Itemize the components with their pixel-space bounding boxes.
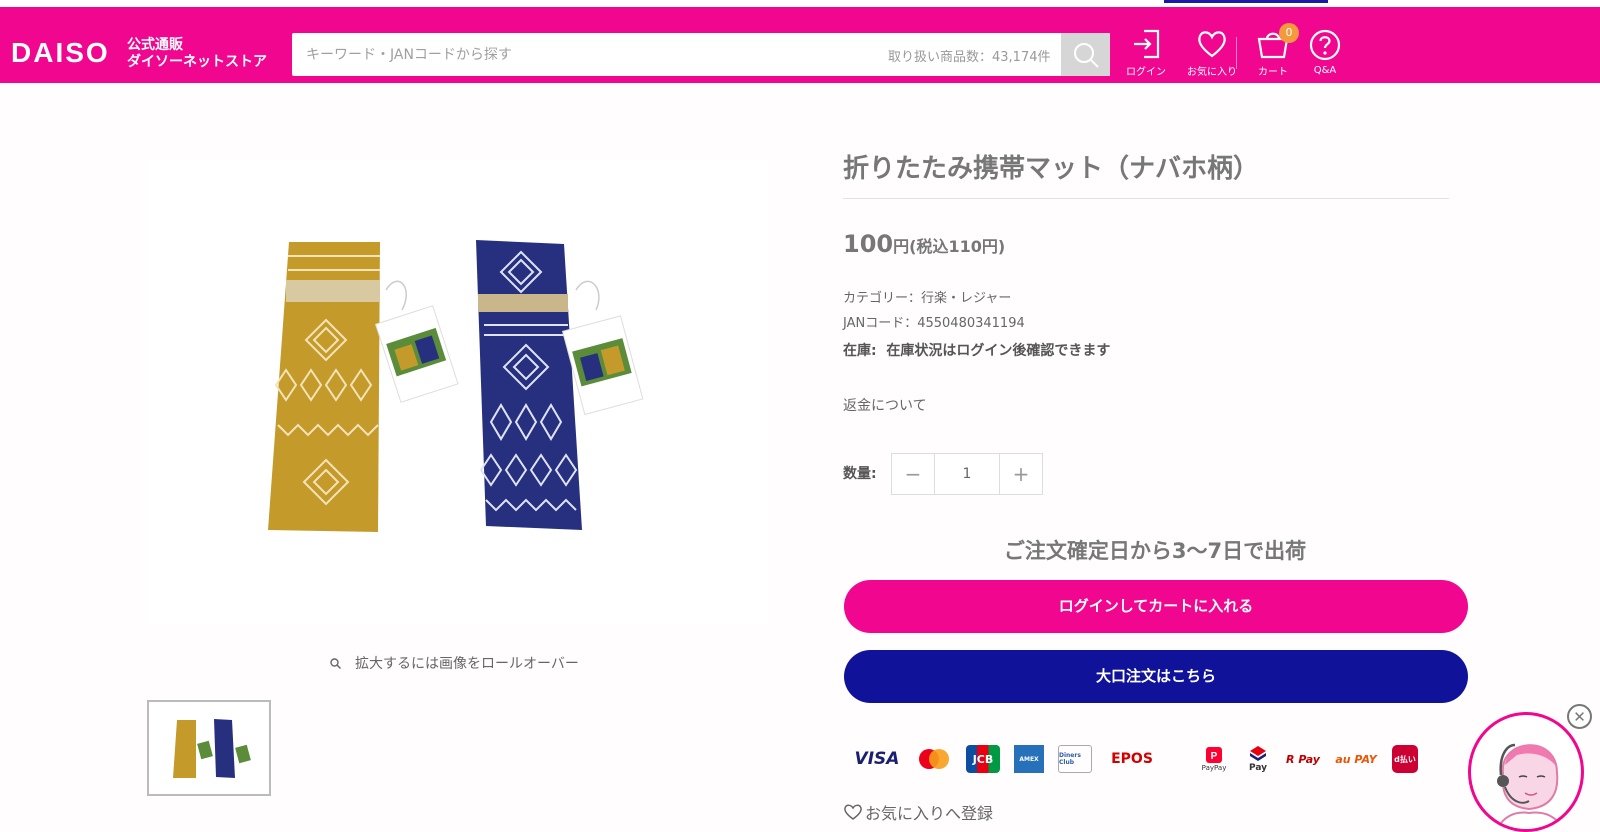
refund-link[interactable]: 返金について	[843, 395, 927, 415]
plus-icon: +	[1012, 462, 1030, 486]
chat-operator-widget[interactable]	[1468, 712, 1584, 832]
price-value: 100	[843, 230, 894, 258]
dpay-logo: Pay	[1244, 745, 1272, 773]
product-title: 折りたたみ携帯マット（ナバホ柄）	[843, 154, 1260, 184]
add-to-favorites[interactable]: お気に入りへ登録	[843, 800, 993, 824]
quantity-label: 数量:	[843, 466, 877, 482]
logo-subtitle[interactable]: 公式通販 ダイソーネットストア	[127, 37, 267, 71]
nav-qa[interactable]: Q&A	[1295, 29, 1355, 76]
bulk-order-button[interactable]: 大口注文はこちら	[844, 650, 1468, 703]
paypay-logo: P PayPay	[1198, 745, 1230, 773]
visa-logo: VISA	[854, 749, 900, 769]
item-count: 取り扱い商品数：43,174件	[888, 50, 1051, 65]
top-accent	[1164, 0, 1328, 3]
au-pay-logo: au PAY	[1335, 752, 1377, 766]
diners-logo: Diners Club	[1058, 745, 1092, 773]
search-icon	[1073, 42, 1099, 68]
shipping-notice: ご注文確定日から3〜7日で出荷	[1003, 539, 1307, 563]
payment-methods: VISA JCB AMEX Diners Club EPOS P PayPay …	[852, 741, 1452, 777]
heart-outline-icon	[844, 804, 862, 820]
price-suffix: 円	[893, 237, 910, 256]
nav-cart-label: カート	[1258, 67, 1288, 78]
rakuten-pay-logo: R Pay	[1286, 752, 1320, 766]
close-icon: ✕	[1573, 707, 1586, 726]
top-strip	[0, 0, 1600, 7]
mastercard-logo	[916, 745, 952, 773]
search-button[interactable]	[1061, 33, 1110, 76]
product-thumbnail[interactable]	[147, 700, 271, 796]
heart-icon	[1198, 31, 1226, 58]
quantity-increase-button[interactable]: +	[1000, 454, 1042, 494]
logo-sub-line2: ダイソーネットストア	[127, 54, 267, 70]
stock-status: 在庫: 在庫状況はログイン後確認できます	[843, 340, 1110, 360]
pay-label: Pay	[1248, 763, 1268, 773]
title-divider	[843, 198, 1449, 199]
amex-logo: AMEX	[1014, 745, 1044, 773]
product-main-image[interactable]	[146, 160, 768, 624]
nav-qa-label: Q&A	[1313, 65, 1337, 76]
thumbnail-photo	[173, 719, 251, 778]
zoom-hint-text: 拡大するには画像をロールオーバー	[355, 656, 579, 672]
search-bar: 取り扱い商品数：43,174件	[292, 33, 1110, 76]
epos-logo: EPOS	[1111, 751, 1153, 767]
login-add-to-cart-button[interactable]: ログインしてカートに入れる	[844, 580, 1468, 633]
nav-favorites-label: お気に入り	[1187, 67, 1237, 78]
product-jan: JANコード：4550480341194	[843, 316, 1025, 331]
mastercard-icon	[919, 749, 949, 769]
nav-cart[interactable]: 0 カート	[1243, 23, 1303, 78]
operator-avatar-icon	[1496, 743, 1564, 829]
product-price: 100円(税込110円)	[843, 230, 1005, 258]
site-header: DAISO 公式通販 ダイソーネットストア 取り扱い商品数：43,174件 ログ…	[0, 7, 1600, 83]
nav-login-label: ログイン	[1126, 67, 1166, 78]
nav-login[interactable]: ログイン	[1116, 29, 1176, 78]
mustard-mat-band	[286, 280, 380, 302]
product-photo	[146, 160, 768, 624]
favorites-label: お気に入りへ登録	[865, 804, 994, 823]
help-icon	[1309, 29, 1341, 61]
jcb-logo: JCB	[966, 745, 1000, 773]
stock-text: 在庫状況はログイン後確認できます	[886, 343, 1111, 359]
d-barai-logo: d払い	[1392, 745, 1418, 773]
paypay-label: PayPay	[1201, 764, 1227, 772]
daiso-logo[interactable]: DAISO	[11, 37, 110, 69]
quantity-stepper: − 1 +	[891, 453, 1043, 495]
quantity-decrease-button[interactable]: −	[892, 454, 934, 494]
login-icon	[1134, 29, 1160, 59]
close-chat-button[interactable]: ✕	[1567, 704, 1592, 729]
zoom-hint: 拡大するには画像をロールオーバー	[330, 653, 579, 673]
minus-icon: −	[904, 462, 922, 486]
svg-text:P: P	[1211, 751, 1218, 762]
quantity-input[interactable]: 1	[934, 454, 1000, 494]
stock-label: 在庫:	[843, 343, 877, 359]
paypay-icon: P	[1206, 747, 1222, 763]
search-input[interactable]	[292, 33, 872, 76]
magnifier-icon	[330, 657, 341, 669]
navy-mat-band	[478, 294, 568, 312]
nav-divider	[1236, 37, 1237, 69]
price-tax: (税込110円)	[909, 237, 1006, 256]
product-category: カテゴリー：行楽・レジャー	[843, 291, 1012, 306]
pay-icon	[1250, 746, 1266, 761]
nav-favorites[interactable]: お気に入り	[1182, 29, 1242, 78]
logo-sub-line1: 公式通販	[127, 37, 183, 53]
